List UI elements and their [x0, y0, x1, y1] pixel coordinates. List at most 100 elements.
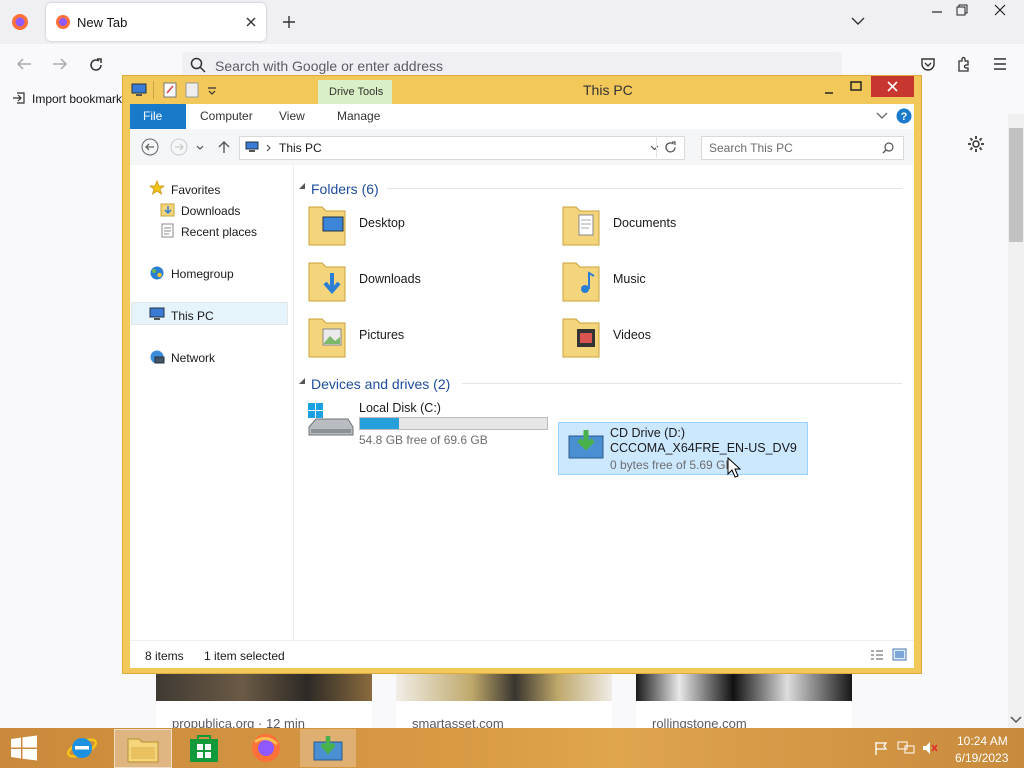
address-bar[interactable]: This PC — [239, 136, 685, 160]
firefox-favicon-icon — [56, 15, 70, 29]
drive-name: Local Disk (C:) — [359, 401, 441, 415]
nav-downloads[interactable]: Downloads — [181, 204, 240, 218]
contextual-tab-label: Drive Tools — [329, 86, 384, 98]
nav-favorites[interactable]: Favorites — [171, 183, 220, 197]
hamburger-menu-icon[interactable] — [992, 57, 1008, 71]
nav-network[interactable]: Network — [171, 351, 215, 365]
drive-tile-c[interactable]: Local Disk (C:) 54.8 GB free of 69.6 GB — [304, 397, 554, 447]
restore-icon[interactable] — [955, 3, 969, 17]
explorer-window: Drive Tools This PC File Computer View M… — [122, 75, 922, 674]
refresh-icon — [665, 141, 676, 153]
tab-computer[interactable]: Computer — [187, 104, 266, 129]
collapse-group-icon[interactable] — [298, 182, 306, 190]
story-card[interactable]: smartasset.com — [396, 668, 612, 731]
browser-tab-new-tab[interactable]: New Tab — [46, 3, 266, 41]
nav-recent-places[interactable]: Recent places — [181, 225, 257, 239]
qat-separator — [153, 81, 154, 99]
folder-name: Pictures — [359, 328, 405, 342]
tray-date[interactable]: 6/19/2023 — [955, 751, 1008, 765]
this-pc-icon — [149, 307, 165, 320]
folder-tile-pictures[interactable]: Pictures — [307, 312, 547, 362]
firefox-menu-icon[interactable] — [11, 13, 29, 31]
mouse-cursor-icon — [727, 457, 741, 478]
maximize-icon[interactable] — [850, 80, 862, 92]
tab-view[interactable]: View — [266, 104, 318, 129]
folder-name: Desktop — [359, 216, 405, 230]
close-icon — [887, 81, 898, 92]
svg-text:?: ? — [901, 111, 908, 123]
content-pane: Folders (6) Desktop Documents Downloads … — [294, 165, 914, 640]
item-count: 8 items — [145, 649, 184, 663]
search-placeholder: Search This PC — [709, 141, 793, 155]
extensions-icon[interactable] — [956, 56, 972, 72]
folder-tile-videos[interactable]: Videos — [561, 312, 801, 362]
folder-tile-music[interactable]: Music — [561, 256, 801, 306]
back-icon[interactable] — [141, 138, 159, 156]
scroll-down-icon[interactable] — [1010, 716, 1022, 724]
new-folder-icon[interactable] — [185, 82, 199, 98]
tab-file[interactable]: File — [130, 104, 186, 129]
forward-arrow-icon[interactable] — [52, 57, 68, 71]
reload-icon[interactable] — [88, 57, 104, 73]
minimize-icon[interactable] — [823, 84, 835, 96]
forward-icon[interactable] — [170, 138, 188, 156]
search-box[interactable]: Search This PC — [701, 136, 904, 160]
expand-ribbon-chevron-icon[interactable] — [876, 112, 888, 120]
internet-explorer-icon — [66, 738, 98, 758]
folders-header[interactable]: Folders (6) — [311, 181, 379, 197]
collapse-group-icon[interactable] — [298, 377, 306, 385]
back-arrow-icon[interactable] — [16, 57, 32, 71]
taskbar-cd-drive-button[interactable] — [300, 729, 356, 767]
scrollbar-thumb[interactable] — [1009, 128, 1023, 242]
tray-time[interactable]: 10:24 AM — [957, 734, 1008, 748]
devices-header[interactable]: Devices and drives (2) — [311, 376, 450, 392]
firefox-icon — [252, 734, 280, 762]
network-tray-icon[interactable] — [897, 740, 915, 756]
taskbar-explorer-button[interactable] — [114, 729, 172, 768]
ribbon-tabs: File Computer View Manage ? — [130, 104, 914, 130]
explorer-title-bar[interactable]: Drive Tools This PC — [123, 76, 921, 104]
tab-manage[interactable]: Manage — [324, 104, 393, 129]
close-tab-icon[interactable] — [245, 16, 257, 28]
refresh-button[interactable] — [656, 136, 684, 158]
story-card[interactable]: rollingstone.com — [636, 668, 852, 731]
start-windows-icon[interactable] — [10, 735, 38, 761]
nav-homegroup[interactable]: Homegroup — [171, 267, 234, 281]
close-button[interactable] — [871, 76, 914, 97]
close-window-icon[interactable] — [993, 3, 1007, 17]
settings-gear-icon[interactable] — [967, 135, 985, 153]
homegroup-icon — [150, 266, 164, 280]
action-center-flag-icon[interactable] — [873, 740, 889, 756]
taskbar-firefox-button[interactable] — [238, 729, 294, 767]
properties-icon[interactable] — [163, 82, 177, 98]
selection-count: 1 item selected — [204, 649, 285, 663]
drive-tile-d[interactable]: CD Drive (D:) CCCOMA_X64FRE_EN-US_DV9 0 … — [558, 422, 808, 474]
help-icon[interactable]: ? — [896, 108, 912, 124]
volume-muted-icon[interactable] — [921, 740, 939, 756]
taskbar-ie-button[interactable] — [54, 729, 110, 767]
explorer-client: File Computer View Manage ? This PC Sear… — [130, 104, 914, 668]
new-tab-icon[interactable] — [282, 15, 296, 29]
recent-locations-icon[interactable] — [196, 145, 204, 151]
downloads-folder-icon — [160, 203, 175, 217]
customize-qat-icon[interactable] — [207, 87, 217, 95]
minimize-icon[interactable] — [930, 6, 944, 18]
nav-this-pc[interactable]: This PC — [171, 309, 214, 323]
address-row: This PC Search This PC — [130, 129, 914, 166]
pocket-icon[interactable] — [920, 56, 936, 72]
drive-free-space: 0 bytes free of 5.69 GB — [610, 458, 734, 472]
music-folder-icon — [562, 262, 600, 302]
folder-tile-desktop[interactable]: Desktop — [307, 200, 547, 250]
star-icon — [149, 180, 165, 195]
folder-tile-downloads[interactable]: Downloads — [307, 256, 547, 306]
folder-name: Documents — [613, 216, 677, 230]
list-tabs-chevron-icon[interactable] — [851, 16, 865, 26]
details-view-icon[interactable] — [870, 649, 884, 661]
breadcrumb-chevron-icon[interactable] — [266, 144, 271, 152]
up-arrow-icon[interactable] — [218, 140, 230, 154]
story-card[interactable]: propublica.org · 12 min — [156, 668, 372, 731]
taskbar-store-button[interactable] — [176, 729, 232, 767]
import-bookmarks-link[interactable]: Import bookmark — [32, 92, 122, 106]
tiles-view-icon[interactable] — [892, 648, 907, 661]
folder-tile-documents[interactable]: Documents — [561, 200, 801, 250]
